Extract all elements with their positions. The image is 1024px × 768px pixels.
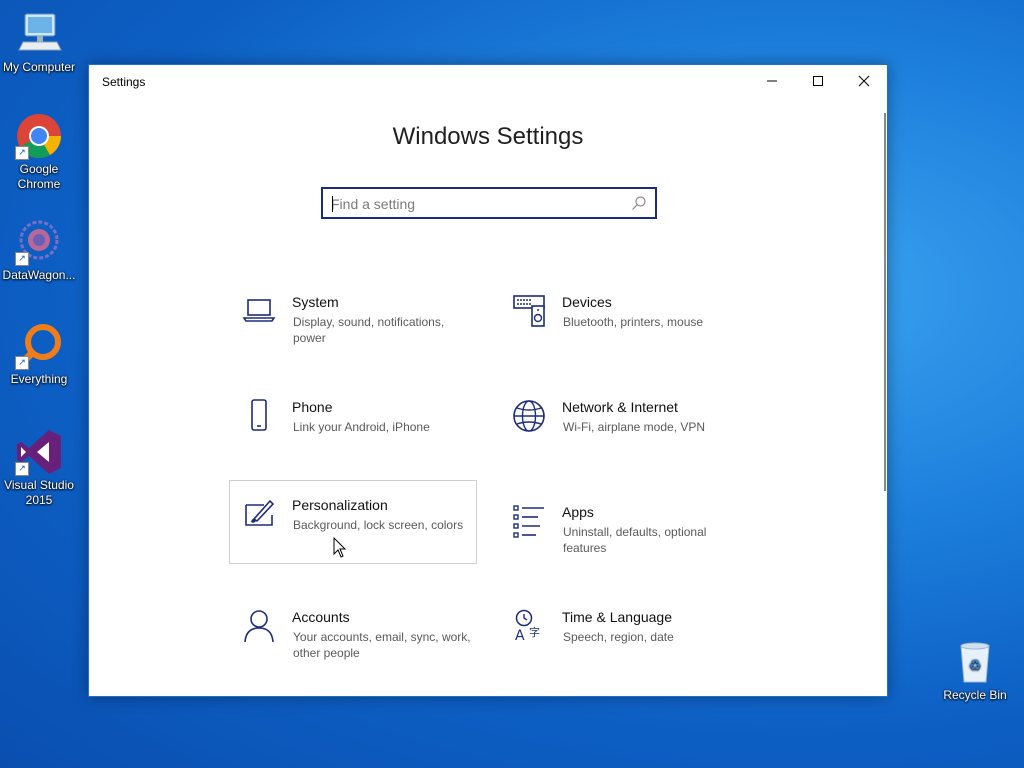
laptop-icon bbox=[242, 299, 276, 322]
globe-icon bbox=[513, 400, 545, 432]
visual-studio-icon: ↗ bbox=[15, 428, 63, 476]
tile-accounts[interactable]: Accounts Your accounts, email, sync, wor… bbox=[229, 602, 477, 686]
desktop-icon-everything[interactable]: ↗ Everything bbox=[0, 322, 78, 387]
tile-title: Time & Language bbox=[562, 609, 672, 625]
desktop-icon-label: Google Chrome bbox=[17, 162, 61, 191]
devices-icon bbox=[513, 295, 545, 327]
tile-description: Wi-Fi, airplane mode, VPN bbox=[563, 420, 706, 434]
tile-description: Background, lock screen, colors bbox=[293, 518, 464, 532]
time-language-icon: A 字 bbox=[515, 609, 540, 643]
desktop-icon-my-computer[interactable]: My Computer bbox=[0, 10, 78, 75]
personalization-icon bbox=[245, 499, 275, 526]
phone-icon bbox=[251, 399, 267, 431]
title-bar[interactable]: Settings bbox=[89, 65, 887, 99]
tile-time-language[interactable]: A 字 Time & Language Speech, region, date bbox=[499, 602, 747, 686]
desktop-icon-label: Everything bbox=[10, 372, 68, 386]
person-icon bbox=[244, 610, 274, 643]
settings-window: Settings Windows Settings System Display… bbox=[88, 64, 888, 697]
tile-title: Accounts bbox=[292, 609, 350, 625]
shortcut-arrow-icon: ↗ bbox=[15, 252, 29, 266]
desktop-icon-label: Recycle Bin bbox=[943, 688, 1007, 702]
tile-devices[interactable]: Devices Bluetooth, printers, mouse bbox=[499, 287, 747, 371]
tile-description: Your accounts, email, sync, work, other … bbox=[293, 630, 471, 660]
desktop-icon-label: Visual Studio 2015 bbox=[4, 478, 74, 507]
shortcut-arrow-icon: ↗ bbox=[15, 462, 29, 476]
tile-title: System bbox=[292, 294, 339, 310]
shortcut-arrow-icon: ↗ bbox=[15, 146, 29, 160]
recycle-bin-icon: ♻ bbox=[951, 638, 999, 686]
svg-text:♻: ♻ bbox=[969, 658, 982, 674]
minimize-button[interactable] bbox=[749, 65, 795, 97]
search-input[interactable] bbox=[331, 195, 621, 213]
desktop-icon-recycle-bin[interactable]: ♻ Recycle Bin bbox=[936, 638, 1014, 703]
tile-personalization[interactable]: Personalization Background, lock screen,… bbox=[229, 480, 477, 564]
tile-description: Bluetooth, printers, mouse bbox=[563, 315, 704, 329]
page-title: Windows Settings bbox=[392, 123, 584, 150]
shortcut-arrow-icon: ↗ bbox=[15, 356, 29, 370]
svg-text:字: 字 bbox=[529, 625, 540, 639]
maximize-icon bbox=[813, 76, 823, 86]
tile-network-internet[interactable]: Network & Internet Wi-Fi, airplane mode,… bbox=[499, 392, 747, 476]
desktop-icon-label: My Computer bbox=[2, 60, 76, 74]
mouse-cursor-icon bbox=[333, 537, 347, 558]
tile-description: Speech, region, date bbox=[563, 630, 674, 644]
tile-apps[interactable]: Apps Uninstall, defaults, optional featu… bbox=[499, 497, 747, 581]
computer-icon bbox=[15, 10, 63, 58]
tile-description: Uninstall, defaults, optional features bbox=[563, 525, 707, 555]
tile-phone[interactable]: Phone Link your Android, iPhone bbox=[229, 392, 477, 476]
everything-search-icon: ↗ bbox=[15, 322, 63, 370]
tile-title: Devices bbox=[562, 294, 612, 310]
minimize-icon bbox=[767, 80, 777, 82]
desktop-icon-datawagon[interactable]: ↗ DataWagon... bbox=[0, 218, 78, 283]
tile-title: Phone bbox=[292, 399, 333, 415]
close-icon bbox=[858, 75, 870, 87]
maximize-button[interactable] bbox=[795, 65, 841, 97]
scrollbar[interactable] bbox=[884, 113, 886, 491]
tile-title: Personalization bbox=[292, 497, 388, 513]
datawagon-icon: ↗ bbox=[15, 218, 63, 266]
desktop-icon-google-chrome[interactable]: ↗ Google Chrome bbox=[0, 112, 78, 192]
close-button[interactable] bbox=[841, 65, 887, 97]
chrome-icon: ↗ bbox=[15, 112, 63, 160]
desktop-icon-label: DataWagon... bbox=[2, 268, 76, 282]
search-icon[interactable] bbox=[631, 195, 647, 211]
desktop-icon-visual-studio[interactable]: ↗ Visual Studio 2015 bbox=[0, 428, 78, 508]
tile-title: Network & Internet bbox=[562, 399, 678, 415]
search-box[interactable] bbox=[321, 187, 657, 219]
window-title: Settings bbox=[102, 75, 146, 89]
apps-list-icon bbox=[513, 505, 544, 538]
tile-system[interactable]: System Display, sound, notifications, po… bbox=[229, 287, 477, 371]
svg-text:A: A bbox=[515, 628, 525, 643]
tile-description: Display, sound, notifications, power bbox=[293, 315, 445, 345]
tile-description: Link your Android, iPhone bbox=[293, 420, 430, 434]
text-caret bbox=[332, 196, 333, 212]
tile-title: Apps bbox=[562, 504, 594, 520]
